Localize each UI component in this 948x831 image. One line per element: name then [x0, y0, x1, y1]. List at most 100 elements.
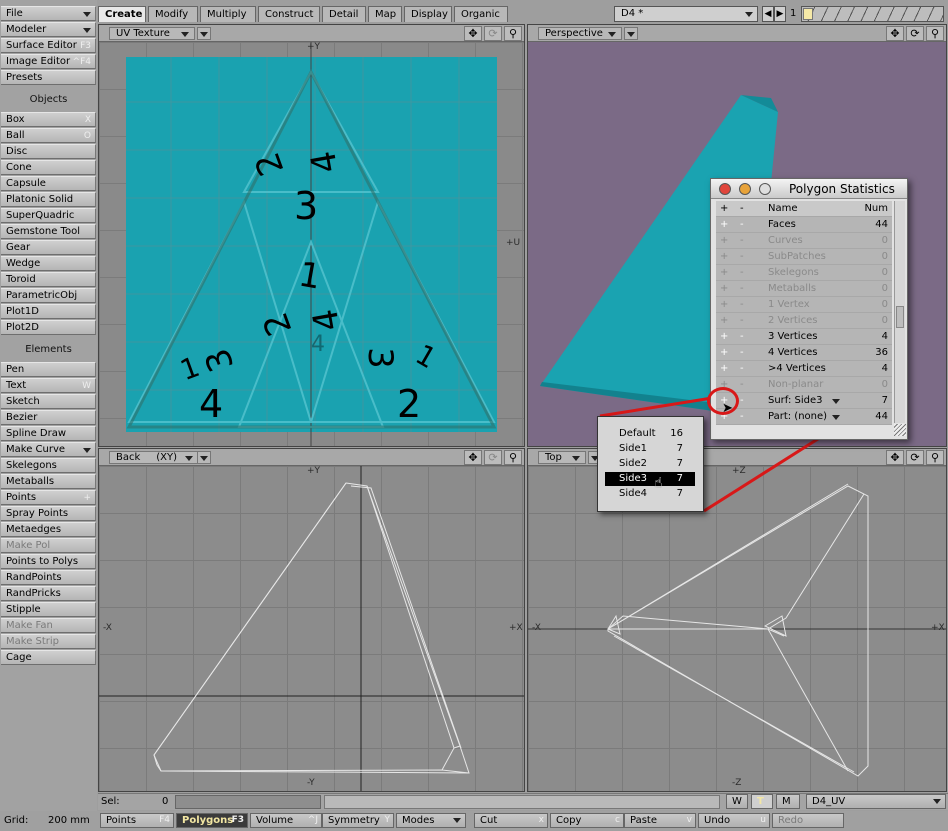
zoom-view-icon[interactable]: ⚲	[504, 450, 522, 465]
menu-item-side3[interactable]: Side3 7	[605, 472, 695, 486]
remove-selection-button[interactable]: -	[740, 377, 744, 393]
sidebar-button-presets[interactable]: Presets	[1, 70, 96, 85]
resize-handle-icon[interactable]	[894, 424, 906, 436]
menu-item-side2[interactable]: Side2 7	[605, 457, 695, 471]
sidebar-button-bezier[interactable]: Bezier	[1, 410, 96, 425]
move-view-icon[interactable]: ✥	[464, 26, 482, 41]
sidebar-button-pen[interactable]: Pen	[1, 362, 96, 377]
sidebar-button-modeler[interactable]: Modeler	[1, 22, 96, 37]
sidebar-button-make-strip[interactable]: Make Strip	[1, 634, 96, 649]
sidebar-button-box[interactable]: Box X	[1, 112, 96, 127]
table-row[interactable]: + - Non-planar 0	[716, 377, 892, 393]
texture-map-button[interactable]: T	[751, 794, 773, 809]
remove-selection-button[interactable]: -	[740, 233, 744, 249]
table-row[interactable]: + - 4 Vertices 36	[716, 345, 892, 361]
redo-button[interactable]: Redo	[772, 813, 844, 828]
back-viewport[interactable]: Back (XY) ✥ ⟳ ⚲ +Y -Y -X +X	[98, 448, 525, 792]
remove-selection-button[interactable]: -	[740, 281, 744, 297]
remove-selection-button[interactable]: -	[740, 345, 744, 361]
sidebar-button-cage[interactable]: Cage	[1, 650, 96, 665]
table-row[interactable]: + - 1 Vertex 0	[716, 297, 892, 313]
sidebar-button-metaballs[interactable]: Metaballs	[1, 474, 96, 489]
sidebar-button-capsule[interactable]: Capsule	[1, 176, 96, 191]
sidebar-button-points-to-polys[interactable]: Points to Polys	[1, 554, 96, 569]
move-view-icon[interactable]: ✥	[886, 26, 904, 41]
modes-button[interactable]: Modes	[396, 813, 466, 828]
sidebar-button-randpricks[interactable]: RandPricks	[1, 586, 96, 601]
add-selection-button[interactable]: +	[720, 313, 728, 329]
table-row[interactable]: + - >4 Vertices 4	[716, 361, 892, 377]
sidebar-button-plot2d[interactable]: Plot2D	[1, 320, 96, 335]
sidebar-button-make-curve[interactable]: Make Curve	[1, 442, 96, 457]
viewport-options-dropdown[interactable]	[197, 451, 211, 464]
sidebar-button-platonic-solid[interactable]: Platonic Solid	[1, 192, 96, 207]
col-minus[interactable]: -	[740, 201, 744, 217]
tab-detail[interactable]: Detail	[322, 6, 366, 22]
rotate-view-icon[interactable]: ⟳	[906, 26, 924, 41]
viewport-type-selector[interactable]: Back (XY)	[109, 451, 199, 464]
polygons-button[interactable]: Polygons F3	[176, 813, 248, 828]
add-selection-button[interactable]: +	[720, 297, 728, 313]
remove-selection-button[interactable]: -	[740, 313, 744, 329]
sidebar-button-file[interactable]: File	[1, 6, 96, 21]
scrollbar[interactable]	[894, 201, 905, 423]
top-viewport[interactable]: Top ✥ ⟳ ⚲ +Z -Z -X +X	[527, 448, 947, 792]
table-row[interactable]: + - Curves 0	[716, 233, 892, 249]
weight-map-button[interactable]: W	[726, 794, 748, 809]
sidebar-button-superquadric[interactable]: SuperQuadric	[1, 208, 96, 223]
scrollbar-thumb[interactable]	[896, 306, 904, 328]
remove-selection-button[interactable]: -	[740, 249, 744, 265]
minimize-icon[interactable]	[739, 183, 751, 195]
layer-slots[interactable]	[801, 6, 944, 22]
sidebar-button-skelegons[interactable]: Skelegons	[1, 458, 96, 473]
sidebar-button-wedge[interactable]: Wedge	[1, 256, 96, 271]
sidebar-button-image-editor[interactable]: Image Editor ^F4	[1, 54, 96, 69]
table-row[interactable]: + - SubPatches 0	[716, 249, 892, 265]
sidebar-button-spray-points[interactable]: Spray Points	[1, 506, 96, 521]
sidebar-button-make-pol[interactable]: Make Pol	[1, 538, 96, 553]
copy-button[interactable]: Copy c	[550, 813, 624, 828]
add-selection-button[interactable]: +	[720, 249, 728, 265]
viewport-type-selector[interactable]: UV Texture	[109, 27, 195, 40]
tab-organic[interactable]: Organic	[454, 6, 508, 22]
table-row[interactable]: + - Part: (none) 44	[716, 409, 892, 425]
close-icon[interactable]	[719, 183, 731, 195]
add-selection-button[interactable]: +	[720, 329, 728, 345]
viewport-type-selector[interactable]: Top	[538, 451, 586, 464]
col-num[interactable]: Num	[864, 201, 888, 217]
remove-selection-button[interactable]: -	[740, 393, 744, 409]
sidebar-button-metaedges[interactable]: Metaedges	[1, 522, 96, 537]
object-selector[interactable]: D4 *	[614, 6, 758, 22]
sidebar-button-ball[interactable]: Ball O	[1, 128, 96, 143]
viewport-type-selector[interactable]: Perspective	[538, 27, 622, 40]
add-selection-button[interactable]: +	[720, 345, 728, 361]
table-row[interactable]: + - 3 Vertices 4	[716, 329, 892, 345]
top-canvas[interactable]: +Z -Z -X +X	[528, 466, 946, 791]
sidebar-button-points[interactable]: Points +	[1, 490, 96, 505]
add-selection-button[interactable]: +	[720, 361, 728, 377]
undo-button[interactable]: Undo u	[698, 813, 770, 828]
rotate-view-icon[interactable]: ⟳	[484, 450, 502, 465]
menu-item-side1[interactable]: Side1 7	[605, 442, 695, 456]
zoom-view-icon[interactable]: ⚲	[504, 26, 522, 41]
layer-slot-active[interactable]	[803, 8, 813, 20]
menu-item-default[interactable]: Default 16	[605, 427, 695, 441]
zoom-view-icon[interactable]: ⚲	[926, 26, 944, 41]
viewport-options-dropdown[interactable]	[624, 27, 638, 40]
window-titlebar[interactable]: Polygon Statistics	[711, 179, 907, 199]
chevron-down-icon[interactable]	[832, 399, 840, 404]
volume-button[interactable]: Volume ^J	[250, 813, 322, 828]
viewport-options-dropdown[interactable]	[197, 27, 211, 40]
table-row[interactable]: + - 2 Vertices 0	[716, 313, 892, 329]
tab-modify[interactable]: Modify	[148, 6, 198, 22]
tab-display[interactable]: Display	[404, 6, 452, 22]
rotate-view-icon[interactable]: ⟳	[484, 26, 502, 41]
sidebar-button-text[interactable]: Text W	[1, 378, 96, 393]
prev-layer-button[interactable]: ◀	[762, 6, 774, 22]
remove-selection-button[interactable]: -	[740, 329, 744, 345]
chevron-down-icon[interactable]	[832, 415, 840, 420]
col-plus[interactable]: +	[720, 201, 728, 217]
move-view-icon[interactable]: ✥	[464, 450, 482, 465]
sidebar-button-stipple[interactable]: Stipple	[1, 602, 96, 617]
cut-button[interactable]: Cut x	[474, 813, 548, 828]
